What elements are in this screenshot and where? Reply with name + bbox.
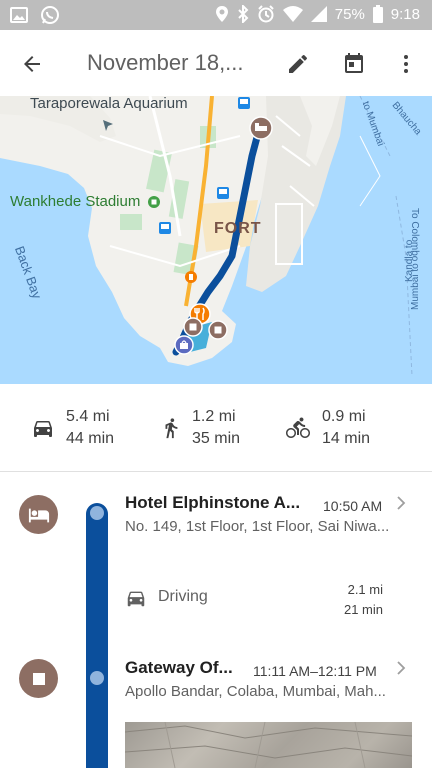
chevron-right-icon-2[interactable] <box>395 661 407 675</box>
app-bar: November 18,... <box>0 30 432 96</box>
cycling-distance: 0.9 mi <box>322 408 366 425</box>
battery-percent: 75% <box>334 5 365 23</box>
whatsapp-icon <box>40 5 60 25</box>
stop-1-time: 10:50 AM <box>323 498 383 514</box>
chevron-right-icon[interactable] <box>395 496 407 510</box>
calendar-icon <box>345 53 363 73</box>
battery-icon <box>372 5 383 23</box>
transit-icon-2 <box>159 222 171 234</box>
driving-distance: 5.4 mi <box>66 408 110 425</box>
bluetooth-icon <box>237 5 249 23</box>
hotel-marker[interactable] <box>249 116 273 140</box>
arrow-back-icon <box>24 56 40 72</box>
bus-stop-icon <box>238 97 250 109</box>
timeline-bar <box>86 503 108 768</box>
cycling-summary[interactable]: 0.9 mi 14 min <box>284 406 370 450</box>
location-icon <box>215 5 229 23</box>
car-icon-segment <box>127 591 145 607</box>
driving-summary[interactable]: 5.4 mi 44 min <box>30 406 114 450</box>
walk-icon <box>165 418 178 439</box>
status-bar: 75% 9:18 <box>0 0 432 30</box>
timeline-dot-2 <box>90 671 104 685</box>
pencil-icon <box>289 54 308 73</box>
edit-button[interactable] <box>280 46 316 82</box>
stop-2-time: 11:11 AM–12:11 PM <box>253 663 377 679</box>
segment-duration: 21 min <box>343 602 383 617</box>
landmark-marker-2[interactable] <box>208 320 228 340</box>
cycling-duration: 14 min <box>322 430 371 447</box>
signal-icon <box>310 6 327 22</box>
bike-icon <box>286 417 310 438</box>
map-label-fort: FORT <box>214 220 262 237</box>
photo-texture <box>125 722 412 768</box>
map-canvas <box>0 96 432 384</box>
hotel-bed-icon <box>28 508 49 522</box>
aquarium-pin-icon <box>103 120 113 131</box>
page-title: November 18,... <box>87 50 244 75</box>
stop-1-address: No. 149, 1st Floor, 1st Floor, Sai Niwa.… <box>125 518 390 535</box>
wifi-icon <box>282 6 303 22</box>
clock: 9:18 <box>390 5 420 23</box>
place-photo[interactable] <box>125 722 412 768</box>
map-label-stadium: Wankhede Stadium <box>10 193 141 210</box>
walking-summary[interactable]: 1.2 mi 35 min <box>160 406 240 450</box>
driving-duration: 44 min <box>66 430 115 447</box>
transit-icon <box>217 187 229 199</box>
car-icon <box>34 421 52 437</box>
stop-1-marker[interactable] <box>19 495 58 534</box>
alarm-icon <box>257 5 275 23</box>
route-map[interactable]: Taraporewala Aquarium Wankhede Stadium F… <box>0 96 432 384</box>
more-vert-icon <box>404 55 408 73</box>
calendar-button[interactable] <box>336 46 372 82</box>
walking-duration: 35 min <box>192 430 241 447</box>
stop-1-name[interactable]: Hotel Elphinstone A... <box>125 493 313 513</box>
timeline-dot-1 <box>90 506 104 520</box>
landmark-square-icon <box>32 672 45 685</box>
travel-mode-label: Driving <box>158 588 208 605</box>
shopping-marker[interactable] <box>174 335 194 355</box>
stop-2-address: Apollo Bandar, Colaba, Mumbai, Mah... <box>125 683 386 700</box>
segment-distance: 2.1 mi <box>347 582 383 597</box>
more-options-button[interactable] <box>388 46 424 82</box>
stop-2-marker[interactable] <box>19 659 58 698</box>
stadium-pin-icon <box>148 196 160 208</box>
map-label-mumbai-to: Mumbai to <box>410 263 421 310</box>
back-button[interactable] <box>14 46 50 82</box>
walking-distance: 1.2 mi <box>192 408 236 425</box>
landmark-marker[interactable] <box>183 317 203 337</box>
travel-summary: 5.4 mi 44 min 1.2 mi 35 min 0.9 mi 14 mi… <box>0 384 432 472</box>
travel-segment[interactable]: Driving 2.1 mi 21 min <box>125 580 395 620</box>
travel-segment-stats: 2.1 mi 21 min <box>344 580 383 620</box>
food-pin-icon <box>185 271 197 283</box>
image-icon <box>10 6 28 24</box>
stop-2-name[interactable]: Gateway Of... <box>125 658 243 678</box>
map-label-aquarium: Taraporewala Aquarium <box>30 96 188 112</box>
